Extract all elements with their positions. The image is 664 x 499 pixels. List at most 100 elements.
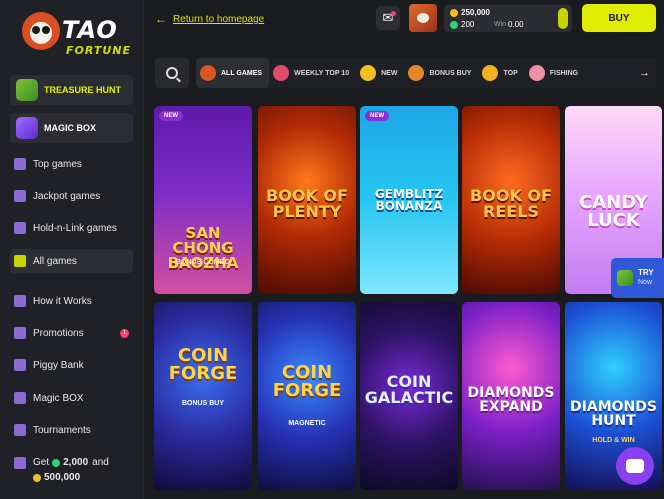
magic-box-button[interactable]: MAGIC BOX (10, 113, 133, 143)
game-title: DIAMONDS HUNT (570, 399, 657, 429)
sidebar-item-label: Magic BOX (33, 392, 84, 404)
diamond-icon (14, 190, 26, 202)
return-to-homepage-label: Return to homepage (173, 13, 265, 25)
sidebar-item-label: How it Works (33, 295, 92, 307)
game-tile-book-of-plenty[interactable]: BOOK OF PLENTY (258, 106, 356, 294)
promotions-count-badge: 1 (120, 328, 129, 338)
tab-fishing[interactable]: FISHING (525, 58, 585, 88)
crown-icon (482, 65, 499, 81)
sidebar-item-label: Top games (33, 158, 82, 170)
sidebar-item-top-games[interactable]: Top games (10, 152, 133, 176)
sidebar-item-label: Piggy Bank (33, 359, 84, 371)
game-subtitle: BONUS COMBO (175, 259, 231, 266)
game-title: COIN FORGE (168, 345, 238, 384)
search-button[interactable] (155, 58, 189, 88)
game-title: CANDY LUCK (579, 192, 648, 231)
sidebar-item-label: All games (33, 255, 77, 267)
tab-label: FISHING (549, 69, 579, 77)
new-badge: NEW (365, 111, 389, 121)
tao-fortune-logo[interactable]: TAO FORTUNE (22, 12, 130, 60)
magic-box-icon (16, 117, 38, 139)
game-title: COIN GALACTIC (364, 372, 454, 407)
piggy-icon (14, 359, 26, 371)
tab-label: NEW (381, 69, 398, 77)
tab-label: ALL GAMES (221, 69, 263, 77)
treasure-hunt-button[interactable]: TREASURE HUNT (10, 75, 133, 105)
sidebar-item-label: Hold-n-Link games (33, 222, 117, 234)
scroll-right-arrow-icon[interactable]: → (635, 58, 650, 88)
sidebar-item-hold-n-link[interactable]: Hold-n-Link games (10, 216, 133, 240)
info-icon (14, 295, 26, 307)
sidebar-item-all-games[interactable]: All games (10, 249, 133, 273)
game-tile-coin-forge-magnetic[interactable]: COIN FORGE MAGNETIC (258, 302, 356, 490)
bonus-sweeps-amount: 500,000 (44, 472, 81, 483)
sidebar-item-promotions[interactable]: Promotions 1 (10, 321, 133, 345)
star-icon (360, 65, 377, 81)
game-tile-san-chong-baozha[interactable]: NEW SAN CHONG BAOZHA BONUS COMBO (154, 106, 252, 294)
chat-support-button[interactable] (616, 447, 654, 485)
arrow-left-icon: ← (155, 12, 167, 26)
search-icon (166, 67, 178, 79)
tab-label: BONUS BUY (429, 69, 472, 77)
game-subtitle: MAGNETIC (288, 420, 326, 427)
game-tile-diamonds-expand[interactable]: DIAMONDS EXPAND (462, 302, 560, 490)
new-badge: NEW (159, 111, 183, 121)
sidebar-item-label: Jackpot games (33, 190, 101, 202)
tab-all-games[interactable]: ALL GAMES (196, 58, 270, 88)
tab-weekly-top-10[interactable]: WEEKLY TOP 10 (269, 58, 356, 88)
win-value: 0.00 (508, 20, 524, 29)
treasure-hunt-icon (16, 79, 38, 101)
sidebar-item-label: Promotions (33, 327, 84, 339)
treasure-hunt-label: TREASURE HUNT (44, 85, 122, 95)
game-tile-gemblitz-bonanza[interactable]: NEW GEMBLITZ BONANZA (360, 106, 458, 294)
tab-label: TOP (503, 69, 518, 77)
balance-widget[interactable]: 250,000 200 Win 0.00 (444, 5, 572, 32)
return-to-homepage-link[interactable]: ← Return to homepage (155, 12, 264, 26)
gold-coin-icon (33, 473, 41, 482)
tab-new[interactable]: NEW (356, 58, 404, 88)
sidebar-item-jackpot-games[interactable]: Jackpot games (10, 184, 133, 208)
sweeps-coin-icon (450, 20, 458, 29)
try-now-label: Now (638, 279, 653, 286)
logo-text-tao: TAO (62, 16, 118, 44)
game-title: COIN FORGE (272, 362, 342, 401)
slot-icon (14, 255, 26, 267)
game-title: BOOK OF REELS (470, 186, 552, 221)
gold-balance: 250,000 (461, 8, 490, 17)
treasure-hunt-icon (617, 270, 633, 286)
sidebar-item-how-it-works[interactable]: How it Works (10, 289, 133, 313)
game-tile-coin-galactic[interactable]: COIN GALACTIC (360, 302, 458, 490)
logo-text-fortune: FORTUNE (66, 44, 131, 57)
tab-top[interactable]: TOP (478, 58, 524, 88)
sidebar-item-magic-box[interactable]: Magic BOX (10, 386, 133, 410)
game-subtitle: BONUS BUY (181, 400, 224, 407)
avatar[interactable] (409, 4, 437, 32)
try-now-widget[interactable]: TRY Now (611, 258, 664, 298)
category-tabs: ALL GAMES WEEKLY TOP 10 NEW BONUS BUY TO… (196, 58, 656, 88)
box-icon (14, 392, 26, 404)
game-title: BOOK OF PLENTY (266, 186, 348, 221)
bonus-prefix: Get (33, 457, 50, 468)
sidebar-item-tournaments[interactable]: Tournaments (10, 418, 133, 442)
game-tile-book-of-reels[interactable]: BOOK OF REELS (462, 106, 560, 294)
win-label: Win (494, 21, 507, 28)
get-bonus-offer[interactable]: Get 2,000 and 500,000 (14, 455, 134, 485)
gift-icon (14, 456, 26, 469)
buy-button[interactable]: BUY (582, 4, 656, 32)
promo-icon (14, 327, 26, 339)
bonus-gold-amount: 2,000 (63, 457, 89, 468)
magic-box-label: MAGIC BOX (44, 123, 97, 133)
link-icon (14, 222, 26, 234)
chat-bubble-icon (626, 459, 644, 473)
sweeps-balance: 200 (461, 20, 475, 29)
gold-coin-icon (450, 8, 458, 17)
slot-machine-icon (200, 65, 216, 81)
tab-bonus-buy[interactable]: BONUS BUY (404, 58, 478, 88)
game-tile-coin-forge-bonus-buy[interactable]: COIN FORGE BONUS BUY (154, 302, 252, 490)
tournament-icon (14, 424, 26, 436)
messages-button[interactable]: ✉ (376, 6, 400, 30)
currency-toggle[interactable] (558, 8, 568, 29)
tab-label: WEEKLY TOP 10 (294, 69, 350, 77)
sidebar-item-piggy-bank[interactable]: Piggy Bank (10, 353, 133, 377)
game-title: DIAMONDS EXPAND (467, 385, 555, 415)
